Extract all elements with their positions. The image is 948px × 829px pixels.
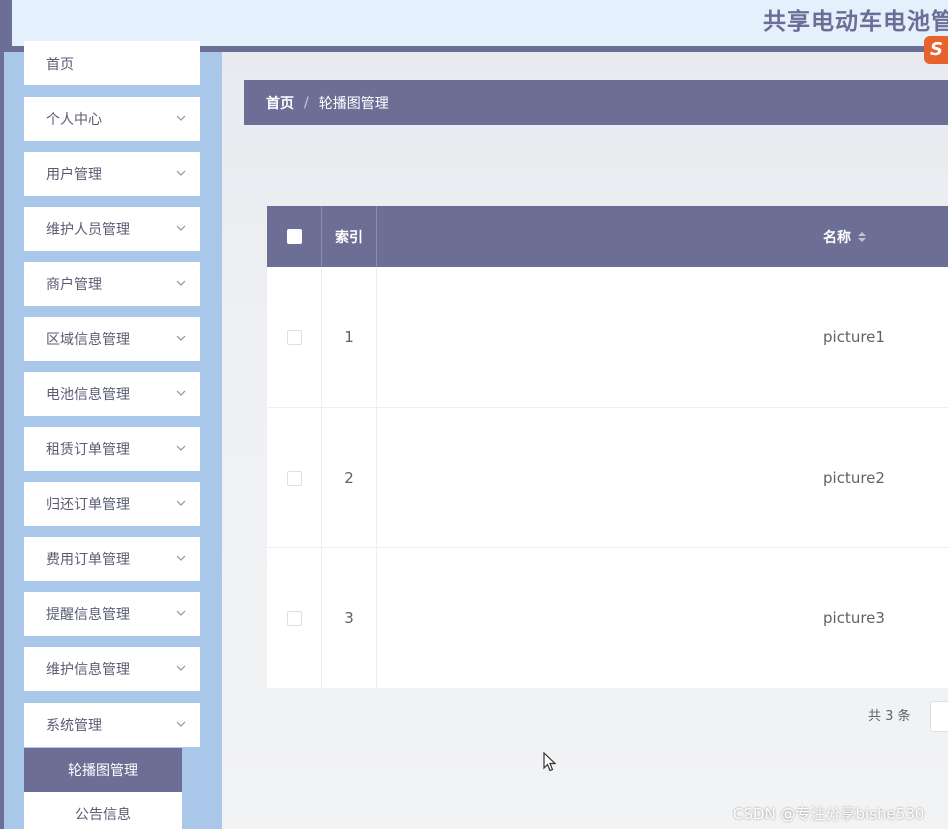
sidebar-item-label: 系统管理 (46, 718, 102, 734)
sidebar-item-label: 个人中心 (46, 112, 102, 128)
chevron-down-icon (176, 390, 186, 396)
table-cell-index: 3 (344, 609, 354, 627)
sort-icon[interactable] (857, 230, 867, 244)
table-cell-index: 2 (344, 469, 354, 487)
submenu-item-label: 公告信息 (75, 807, 131, 823)
table-cell-index: 1 (344, 328, 354, 346)
chevron-down-icon (176, 225, 186, 231)
chevron-down-icon (176, 500, 186, 506)
chevron-down-icon (176, 721, 186, 727)
sidebar-item-label: 租赁订单管理 (46, 442, 130, 458)
sidebar-item-region-management[interactable]: 区域信息管理 (24, 317, 200, 361)
watermark: CSDN @专注分享bishe530 (733, 805, 925, 823)
chevron-down-icon (176, 555, 186, 561)
chevron-down-icon (176, 280, 186, 286)
sidebar-item-label: 电池信息管理 (46, 387, 130, 403)
column-header-index-label: 索引 (335, 229, 363, 246)
sidebar-item-user-management[interactable]: 用户管理 (24, 152, 200, 196)
sidebar-item-system-management[interactable]: 系统管理 (24, 703, 200, 747)
sidebar-item-label: 维护信息管理 (46, 662, 130, 678)
table-cell-name: picture2 (823, 469, 885, 487)
submenu-item-carousel-management[interactable]: 轮播图管理 (24, 748, 182, 792)
column-header-index: 索引 (322, 206, 376, 267)
table-row-checkbox-cell (267, 408, 321, 548)
table-cell-name: picture1 (823, 328, 885, 346)
chevron-down-icon (176, 170, 186, 176)
sidebar-item-maintainer-management[interactable]: 维护人员管理 (24, 207, 200, 251)
sidebar-item-home[interactable]: 首页 (24, 41, 200, 85)
sidebar-item-label: 商户管理 (46, 277, 102, 293)
page-size-select[interactable] (930, 701, 948, 732)
column-header-name-label: 名称 (823, 229, 851, 246)
select-all-checkbox[interactable] (286, 229, 302, 244)
row-checkbox[interactable] (286, 610, 302, 626)
sidebar-item-battery-management[interactable]: 电池信息管理 (24, 372, 200, 416)
chevron-down-icon (176, 445, 186, 451)
breadcrumb-home[interactable]: 首页 (266, 93, 294, 113)
chevron-down-icon (176, 115, 186, 121)
header-banner: 共享电动车电池管 (12, 0, 948, 46)
sidebar-item-reminder-management[interactable]: 提醒信息管理 (24, 592, 200, 636)
sidebar-item-rental-order-management[interactable]: 租赁订单管理 (24, 427, 200, 471)
sidebar-item-label: 首页 (46, 57, 74, 73)
sidebar-edge (0, 52, 4, 829)
mouse-cursor-icon (543, 752, 557, 772)
sidebar-item-label: 区域信息管理 (46, 332, 130, 348)
chevron-down-icon (176, 610, 186, 616)
table-header: 索引 名称 (267, 206, 948, 267)
submenu-item-label: 轮播图管理 (68, 763, 138, 779)
submenu-item-announcements[interactable]: 公告信息 (24, 792, 182, 829)
table-cell-name: picture3 (823, 609, 885, 627)
breadcrumb-separator: / (304, 94, 309, 111)
table-row-checkbox-cell (267, 267, 321, 407)
sidebar-item-return-order-management[interactable]: 归还订单管理 (24, 482, 200, 526)
row-checkbox[interactable] (286, 329, 302, 345)
sougou-logo-icon: S (924, 36, 948, 64)
pagination-total: 共 3 条 (868, 709, 911, 724)
sidebar-item-label: 用户管理 (46, 167, 102, 183)
carousel-table: 索引 名称 1 picture1 2 picture2 3 picture3 (267, 206, 948, 688)
sidebar-item-fee-order-management[interactable]: 费用订单管理 (24, 537, 200, 581)
app-title: 共享电动车电池管 (763, 9, 948, 35)
sidebar-item-label: 归还订单管理 (46, 497, 130, 513)
chevron-down-icon (176, 335, 186, 341)
sidebar-item-personal-center[interactable]: 个人中心 (24, 97, 200, 141)
column-header-name[interactable]: 名称 (377, 206, 948, 267)
sidebar-item-label: 维护人员管理 (46, 222, 130, 238)
breadcrumb: 首页 / 轮播图管理 (244, 80, 948, 125)
chevron-down-icon (176, 665, 186, 671)
select-all-cell (267, 206, 321, 267)
table-row-checkbox-cell (267, 548, 321, 688)
sidebar-item-label: 费用订单管理 (46, 552, 130, 568)
sidebar-item-label: 提醒信息管理 (46, 607, 130, 623)
sidebar-item-maintenance-info-management[interactable]: 维护信息管理 (24, 647, 200, 691)
sidebar-item-merchant-management[interactable]: 商户管理 (24, 262, 200, 306)
breadcrumb-current: 轮播图管理 (318, 95, 389, 112)
row-checkbox[interactable] (286, 470, 302, 486)
